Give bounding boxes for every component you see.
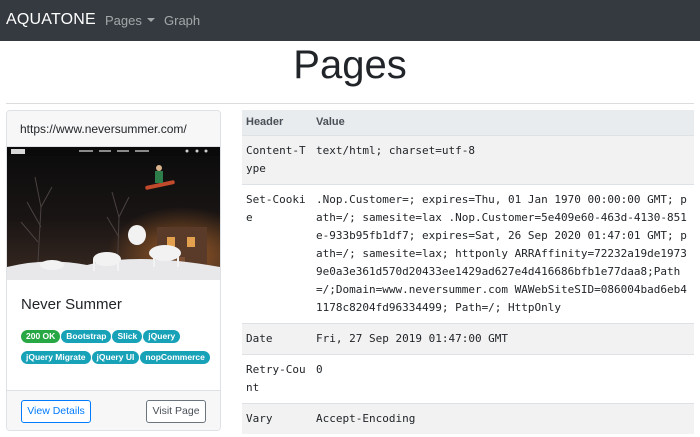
view-details-button[interactable]: View Details <box>21 400 91 423</box>
table-row: Date Fri, 27 Sep 2019 01:47:00 GMT <box>242 323 694 355</box>
brand-link[interactable]: AQUATONE <box>6 11 96 29</box>
tech-badge: jQuery <box>143 330 181 343</box>
nav-graph-link[interactable]: Graph <box>164 13 200 28</box>
visit-page-button[interactable]: Visit Page <box>146 400 206 423</box>
tech-badge: jQuery Migrate <box>21 351 91 364</box>
header-name: Content-Type <box>246 144 306 175</box>
header-value: text/html; charset=utf-8 <box>316 144 475 157</box>
header-name: Retry-Count <box>246 363 306 394</box>
technology-badges: 200 OK Bootstrap Slick jQuery jQuery Migrate… <box>21 326 211 368</box>
page-screenshot[interactable] <box>7 147 220 280</box>
header-value: Fri, 27 Sep 2019 01:47:00 GMT <box>316 332 509 345</box>
screenshot-image <box>7 147 220 280</box>
card-header: https://www.neversummer.com/ <box>7 111 220 147</box>
column-header-value: Value <box>312 110 694 136</box>
tech-badge: nopCommerce <box>140 351 210 364</box>
header-name: Date <box>246 332 273 345</box>
nav-pages-label: Pages <box>105 13 142 28</box>
navbar: AQUATONE Pages Graph <box>0 0 700 41</box>
chevron-down-icon <box>146 18 155 22</box>
page-card: https://www.neversummer.com/ Never Summe… <box>6 110 221 431</box>
divider <box>6 103 694 104</box>
table-row: Retry-Count 0 <box>242 354 694 404</box>
tech-badge: jQuery UI <box>91 351 140 364</box>
status-badge: 200 OK <box>21 330 61 343</box>
column-header-header: Header <box>242 110 312 136</box>
header-name: Vary <box>246 412 273 425</box>
header-value: .Nop.Customer=; expires=Thu, 01 Jan 1970… <box>316 193 687 314</box>
table-row: Set-Cookie .Nop.Customer=; expires=Thu, … <box>242 184 694 324</box>
card-footer: View Details Visit Page <box>7 390 220 430</box>
header-value: 0 <box>316 363 323 376</box>
header-name: Set-Cookie <box>246 193 306 224</box>
page-title: Pages <box>293 43 407 87</box>
header-value: Accept-Encoding <box>316 412 416 425</box>
tech-badge: Slick <box>112 330 143 343</box>
nav-pages-dropdown[interactable]: Pages <box>105 13 155 28</box>
tech-badge: Bootstrap <box>61 330 112 343</box>
headers-table: Header Value Content-Type text/html; cha… <box>242 110 694 434</box>
table-row: Vary Accept-Encoding <box>242 403 694 434</box>
card-url: https://www.neversummer.com/ <box>20 122 187 136</box>
table-row: Content-Type text/html; charset=utf-8 <box>242 135 694 185</box>
card-title: Never Summer <box>21 296 122 313</box>
